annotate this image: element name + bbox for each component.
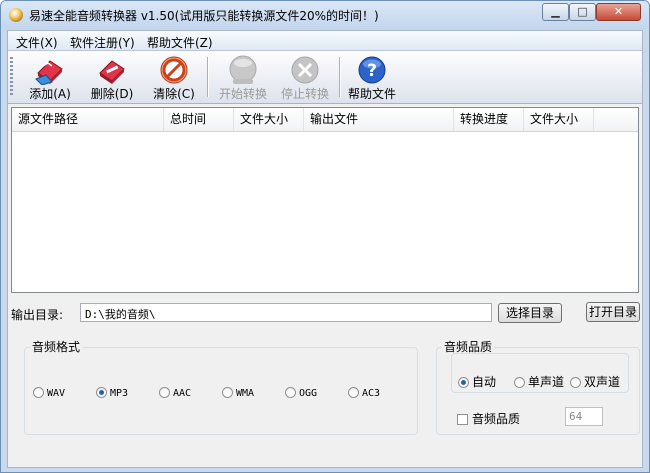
radio-icon bbox=[222, 387, 233, 398]
delete-button[interactable]: 删除(D) bbox=[84, 53, 140, 101]
minimize-button[interactable]: ▁ bbox=[542, 3, 569, 21]
help-label: 帮助文件 bbox=[347, 87, 396, 101]
menu-register[interactable]: 软件注册(Y) bbox=[70, 34, 135, 51]
start-play-icon bbox=[229, 55, 257, 84]
radio-checked-icon bbox=[96, 387, 107, 398]
checkbox-icon bbox=[457, 414, 468, 425]
delete-label: 删除(D) bbox=[90, 87, 134, 101]
file-list[interactable]: 源文件路径 总时间 文件大小 输出文件 转换进度 文件大小 bbox=[11, 107, 639, 293]
add-label: 添加(A) bbox=[29, 87, 71, 101]
svg-text:?: ? bbox=[367, 61, 377, 81]
radio-checked-icon bbox=[458, 377, 469, 388]
column-total-time[interactable]: 总时间 bbox=[164, 108, 234, 131]
format-radio-wav[interactable]: WAV bbox=[33, 386, 65, 399]
clear-label: 清除(C) bbox=[153, 87, 195, 101]
toolbar-separator bbox=[207, 57, 209, 97]
minimize-icon: ▁ bbox=[551, 5, 560, 18]
add-eraser-icon bbox=[35, 60, 63, 85]
menu-bar: 文件(X) 软件注册(Y) 帮助文件(Z) bbox=[8, 31, 642, 51]
format-radio-ac3[interactable]: AC3 bbox=[348, 386, 380, 399]
help-button[interactable]: ? 帮助文件 bbox=[344, 53, 400, 101]
column-file-size[interactable]: 文件大小 bbox=[234, 108, 304, 131]
radio-icon bbox=[33, 387, 44, 398]
radio-icon bbox=[348, 387, 359, 398]
quality-radio-auto[interactable]: 自动 bbox=[458, 373, 496, 390]
help-question-icon: ? bbox=[358, 56, 386, 84]
close-button[interactable]: ✕ bbox=[596, 3, 641, 21]
client-area: 文件(X) 软件注册(Y) 帮助文件(Z) 添加(A) 删除(D) 清除(C) … bbox=[7, 30, 643, 468]
format-radio-aac[interactable]: AAC bbox=[159, 386, 191, 399]
output-row: 输出目录: D:\我的音频\ 选择目录 打开目录 bbox=[8, 301, 642, 325]
close-icon: ✕ bbox=[613, 5, 624, 18]
column-output-file[interactable]: 输出文件 bbox=[304, 108, 454, 131]
stop-convert-label: 停止转换 bbox=[280, 87, 329, 101]
stop-convert-button[interactable]: 停止转换 bbox=[274, 53, 336, 101]
radio-icon bbox=[159, 387, 170, 398]
quality-radio-mono[interactable]: 单声道 bbox=[514, 373, 564, 390]
start-convert-button[interactable]: 开始转换 bbox=[212, 53, 274, 101]
format-radio-wma[interactable]: WMA bbox=[222, 386, 254, 399]
title-bar[interactable]: 易速全能音频转换器 v1.50(试用版只能转换源文件20%的时间！) ▁ □ ✕ bbox=[1, 1, 649, 29]
stop-x-icon bbox=[291, 56, 319, 84]
toolbar: 添加(A) 删除(D) 清除(C) 开始转换 停止转换 ? 帮助文件 bbox=[8, 51, 642, 104]
start-convert-label: 开始转换 bbox=[218, 87, 267, 101]
choose-dir-button[interactable]: 选择目录 bbox=[498, 303, 562, 323]
quality-radio-stereo[interactable]: 双声道 bbox=[570, 373, 620, 390]
open-dir-button[interactable]: 打开目录 bbox=[586, 302, 640, 322]
column-progress[interactable]: 转换进度 bbox=[454, 108, 524, 131]
radio-icon bbox=[570, 377, 581, 388]
clear-button[interactable]: 清除(C) bbox=[146, 53, 202, 101]
window-title: 易速全能音频转换器 v1.50(试用版只能转换源文件20%的时间！) bbox=[29, 9, 379, 23]
column-output-size[interactable]: 文件大小 bbox=[524, 108, 594, 131]
quality-checkbox[interactable]: 音频品质 bbox=[457, 410, 520, 427]
output-dir-label: 输出目录: bbox=[11, 308, 64, 322]
delete-eraser-icon bbox=[99, 60, 125, 84]
toolbar-grip[interactable] bbox=[10, 57, 13, 97]
format-group-title: 音频格式 bbox=[30, 338, 83, 355]
add-button[interactable]: 添加(A) bbox=[22, 53, 78, 101]
maximize-icon: □ bbox=[577, 5, 588, 18]
file-list-header: 源文件路径 总时间 文件大小 输出文件 转换进度 文件大小 bbox=[12, 108, 638, 132]
app-window: 易速全能音频转换器 v1.50(试用版只能转换源文件20%的时间！) ▁ □ ✕… bbox=[0, 0, 650, 473]
clear-prohibited-icon bbox=[160, 56, 188, 84]
format-radio-mp3[interactable]: MP3 bbox=[96, 386, 128, 399]
app-icon bbox=[9, 8, 23, 22]
maximize-button[interactable]: □ bbox=[569, 3, 596, 21]
bitrate-input[interactable]: 64 bbox=[565, 407, 603, 426]
output-dir-input[interactable]: D:\我的音频\ bbox=[80, 303, 492, 322]
radio-icon bbox=[285, 387, 296, 398]
menu-help[interactable]: 帮助文件(Z) bbox=[147, 34, 213, 51]
radio-icon bbox=[514, 377, 525, 388]
toolbar-separator bbox=[339, 57, 341, 97]
menu-file[interactable]: 文件(X) bbox=[16, 34, 58, 51]
column-source-path[interactable]: 源文件路径 bbox=[12, 108, 164, 131]
format-radio-ogg[interactable]: OGG bbox=[285, 386, 317, 399]
